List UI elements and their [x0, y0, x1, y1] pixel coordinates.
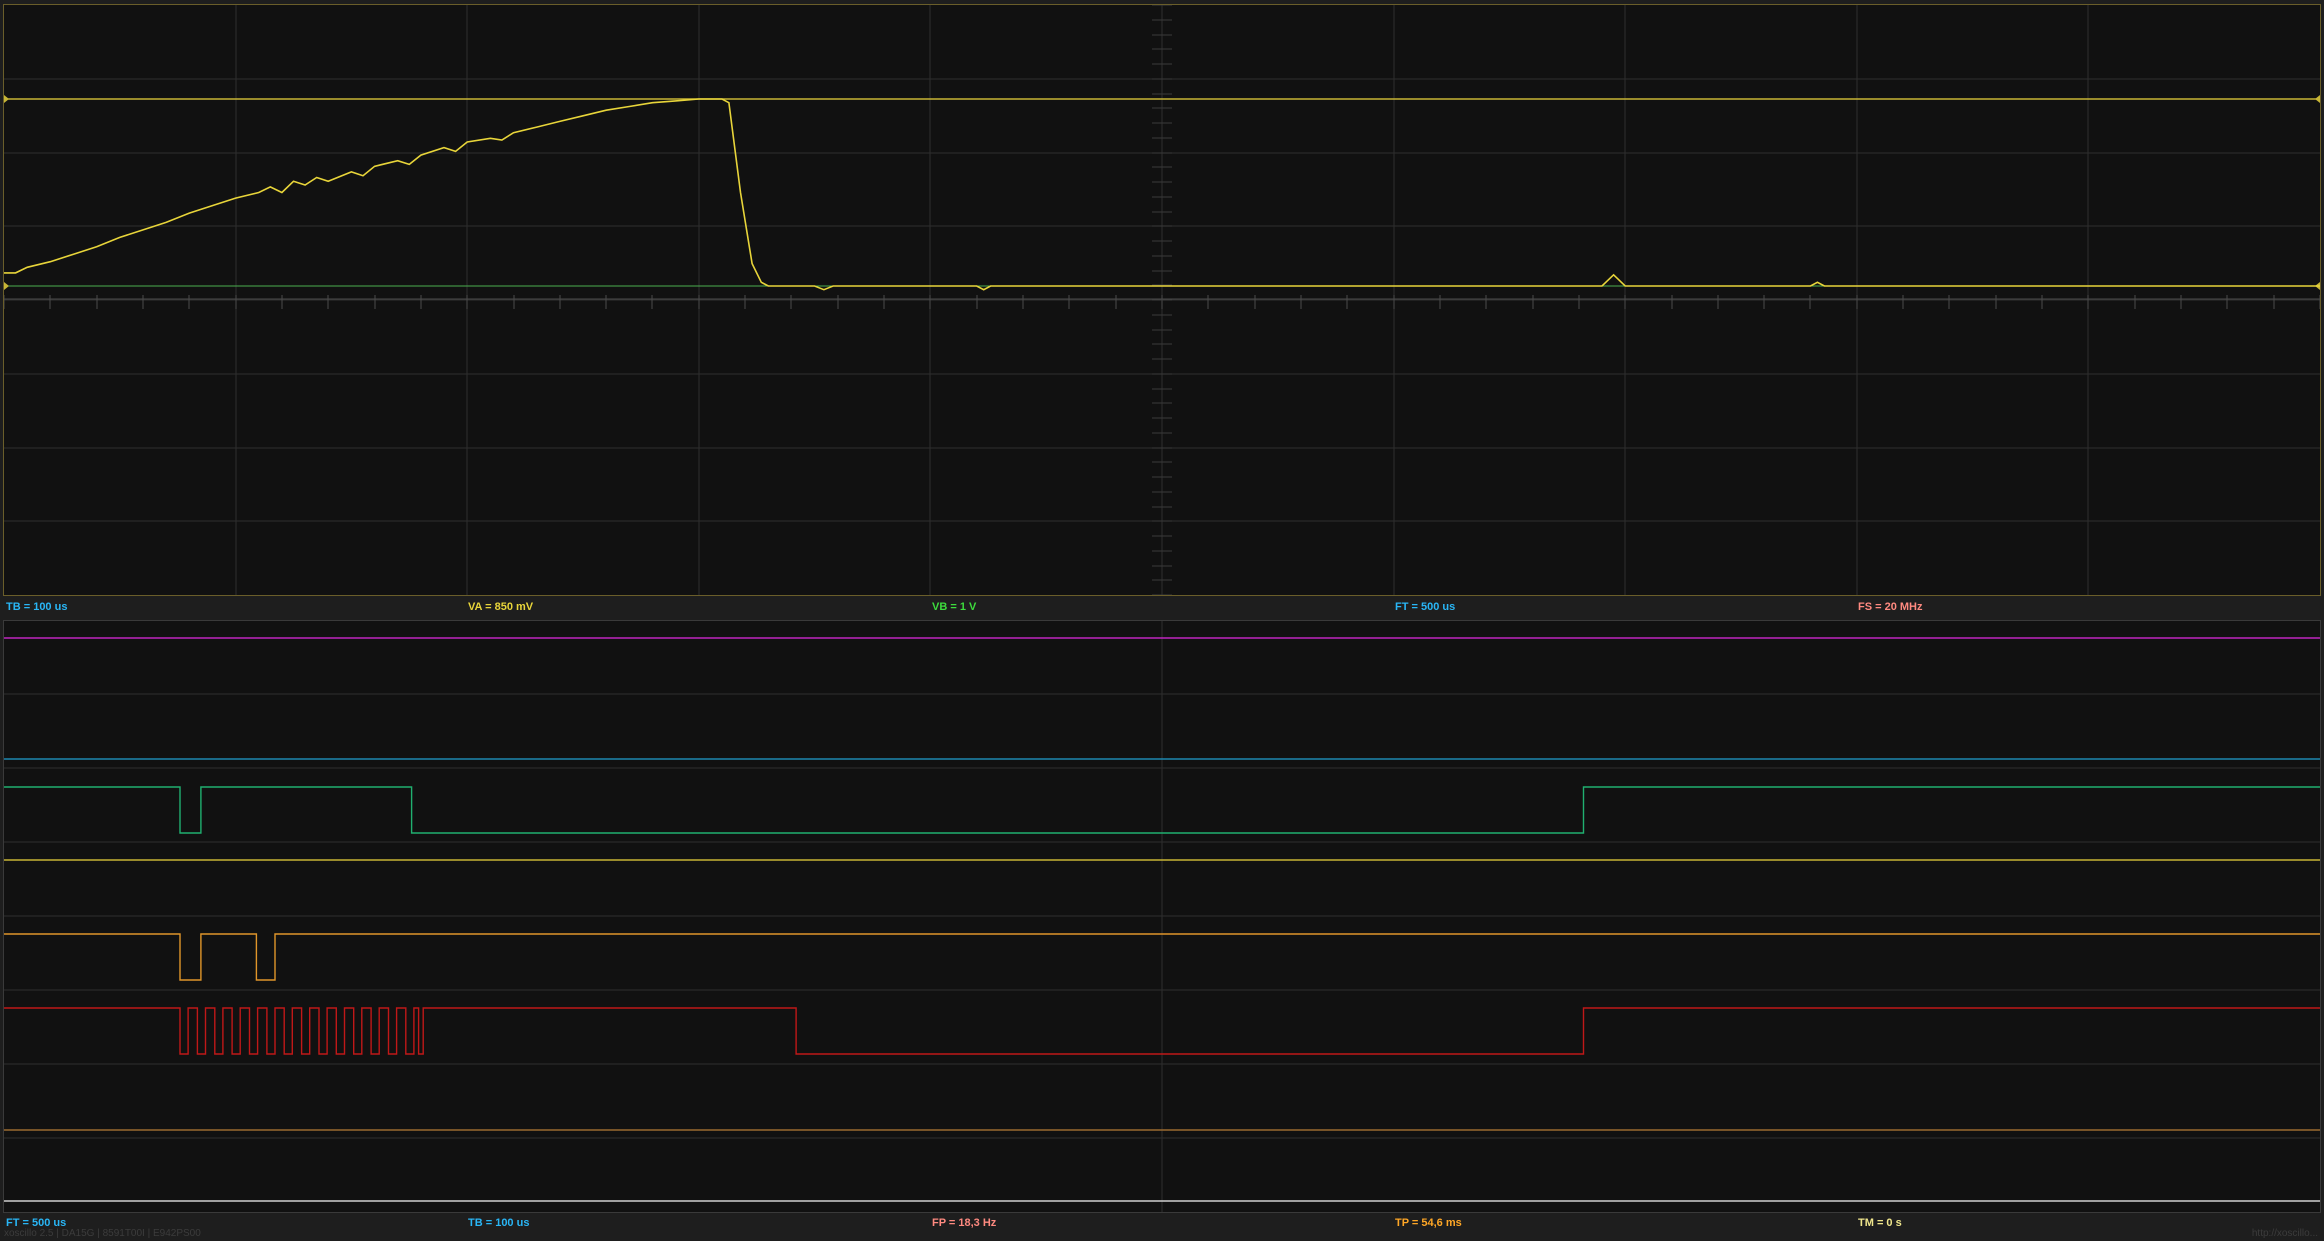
- frame-time-readout: FT = 500 us: [1395, 601, 1456, 613]
- trigger-period-readout: TP = 54,6 ms: [1395, 1217, 1462, 1229]
- level-marker-icon: [4, 95, 9, 103]
- digital-status-bar: FT = 500 us TB = 100 us FP = 18,3 Hz TP …: [0, 1215, 2324, 1233]
- frame-period-readout: FP = 18,3 Hz: [932, 1217, 997, 1229]
- level-marker-icon: [2315, 95, 2320, 103]
- timebase-readout: TB = 100 us: [6, 601, 68, 613]
- logic-analyzer-panel[interactable]: [3, 620, 2321, 1213]
- time-marker-readout: TM = 0 s: [1858, 1217, 1902, 1229]
- analog-waveform-plot[interactable]: [4, 5, 2320, 595]
- sample-rate-readout: FS = 20 MHz: [1858, 601, 1923, 613]
- timebase-readout: TB = 100 us: [468, 1217, 530, 1229]
- level-marker-icon: [4, 282, 9, 290]
- oscilloscope-app: TB = 100 us VA = 850 mV VB = 1 V FT = 50…: [0, 0, 2324, 1241]
- footer-link[interactable]: http://xoscillo...: [2252, 1228, 2318, 1239]
- analog-scope-panel[interactable]: [3, 4, 2321, 596]
- analog-status-bar: TB = 100 us VA = 850 mV VB = 1 V FT = 50…: [0, 599, 2324, 617]
- logic-waveform-plot[interactable]: [4, 621, 2320, 1212]
- channel-b-volts-readout: VB = 1 V: [932, 601, 977, 613]
- footer-version-text: xoscillo 2.5 | DA15G | 8591T00I | E942PS…: [4, 1228, 201, 1239]
- channel-a-volts-readout: VA = 850 mV: [468, 601, 534, 613]
